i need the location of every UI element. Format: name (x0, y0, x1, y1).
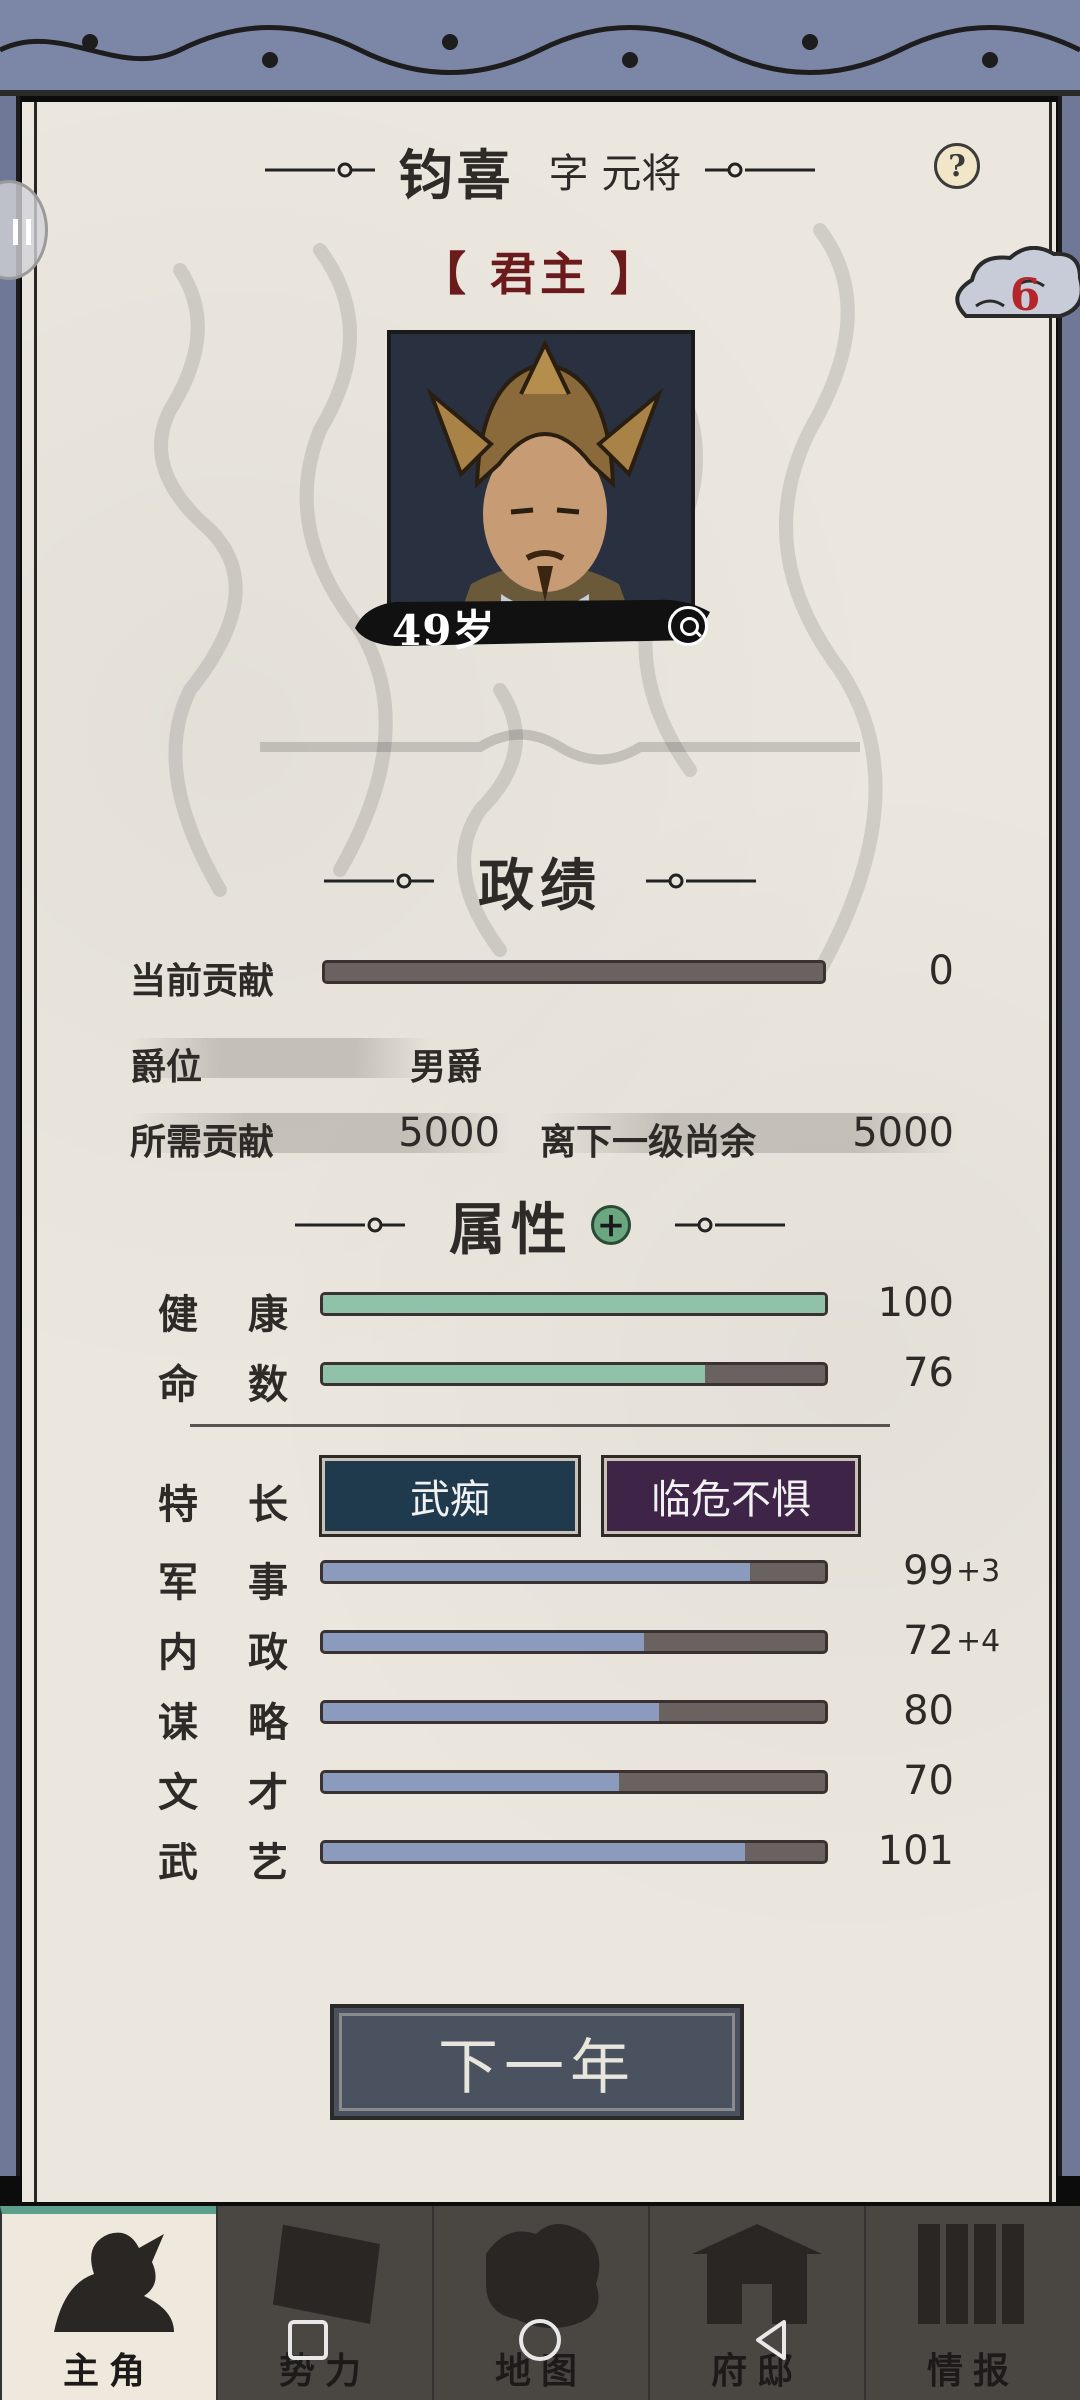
stat-bar (320, 1630, 828, 1654)
stat-label: 文才 (158, 1760, 288, 1818)
title-ornament-left (264, 162, 375, 178)
stat-label-char-2: 略 (248, 1700, 288, 1746)
stat-fill (323, 1563, 750, 1581)
vine-ornament (0, 25, 1080, 75)
attributes-title: 属性 (449, 1196, 573, 1263)
fate-value: 76 (903, 1350, 954, 1396)
stat-bar (320, 1700, 828, 1724)
left-decor-band (0, 96, 20, 2176)
stat-fill (323, 1633, 645, 1651)
stat-bar (320, 1560, 828, 1584)
stat-value: 101 (877, 1828, 954, 1874)
stat-fill (323, 1843, 745, 1861)
top-decor-band (0, 0, 1080, 96)
health-label: 健康 (158, 1282, 288, 1340)
courtesy-name: 字 元将 (548, 151, 682, 197)
stat-label-char-1: 武 (158, 1840, 198, 1886)
system-back-icon[interactable] (748, 2316, 796, 2364)
stat-value: 80 (903, 1688, 954, 1734)
current-contribution-label: 当前贡献 (130, 961, 275, 1002)
stat-label: 谋略 (158, 1690, 288, 1748)
hero-icon (54, 2232, 174, 2332)
magnifier-icon[interactable] (668, 606, 708, 646)
stat-label: 内政 (158, 1620, 288, 1678)
nav-tab-2[interactable]: 地图 (432, 2206, 648, 2400)
current-contribution-bar (322, 960, 826, 984)
health-value: 100 (877, 1280, 954, 1326)
nav-tab-1[interactable]: 势力 (216, 2206, 432, 2400)
attributes-divider (190, 1424, 890, 1427)
stat-label-char-1: 军 (158, 1560, 198, 1606)
required-contribution-value: 5000 (398, 1110, 500, 1156)
character-title-row: 钧喜 字 元将 (0, 130, 1080, 210)
stat-label: 军事 (158, 1550, 288, 1608)
rank-label: 【 君主 】 (419, 247, 661, 301)
character-name: 钧喜 (398, 142, 515, 207)
remaining-contribution-value: 5000 (852, 1110, 954, 1156)
specialty-label-char-1: 特 (158, 1482, 198, 1528)
stat-label-char-2: 才 (248, 1770, 288, 1816)
nav-tab-4[interactable]: 情报 (864, 2206, 1080, 2400)
fate-label: 命数 (158, 1352, 288, 1410)
required-contribution-label: 所需贡献 (130, 1122, 275, 1163)
health-label-char-1: 健 (158, 1292, 198, 1338)
stat-value: 70 (903, 1758, 954, 1804)
stat-bonus: +4 (956, 1624, 1001, 1659)
stat-label-char-1: 内 (158, 1630, 198, 1676)
portrait-image (391, 334, 691, 632)
character-portrait[interactable] (387, 330, 695, 636)
health-fill (323, 1295, 825, 1313)
specialty-label: 特长 (158, 1472, 288, 1530)
age-label: 49岁 (392, 606, 496, 655)
section-ornament-right (675, 1217, 785, 1233)
stat-label: 武艺 (158, 1830, 288, 1888)
health-label-char-2: 康 (248, 1292, 288, 1338)
merit-section-header: 政绩 (0, 846, 1080, 919)
section-ornament-left (324, 873, 434, 889)
stat-bar (320, 1770, 828, 1794)
current-contribution-value: 0 (928, 948, 954, 994)
section-ornament-left (295, 1217, 405, 1233)
fate-label-char-2: 数 (248, 1362, 288, 1408)
right-decor-band (1058, 96, 1080, 2176)
intel-icon (918, 2224, 1024, 2324)
nav-tab-label: 主角 (62, 2350, 155, 2392)
nav-tab-3[interactable]: 府邸 (648, 2206, 864, 2400)
trait-tag-2[interactable]: 临危不惧 (601, 1455, 861, 1537)
stat-label-char-2: 事 (248, 1560, 288, 1606)
trait-tag-1[interactable]: 武痴 (319, 1455, 581, 1537)
title-rank-value: 男爵 (410, 1047, 483, 1088)
stat-value: 99 (903, 1548, 954, 1594)
system-recents-icon[interactable] (284, 2316, 332, 2364)
stat-bonus: +3 (956, 1554, 1001, 1589)
fate-label-char-1: 命 (158, 1362, 198, 1408)
nav-tab-label: 情报 (926, 2350, 1019, 2392)
merit-title: 政绩 (478, 852, 602, 919)
health-bar (320, 1292, 828, 1316)
help-button[interactable]: ? (934, 143, 980, 189)
stat-label-char-2: 艺 (248, 1840, 288, 1886)
add-attribute-icon[interactable]: + (591, 1205, 631, 1245)
stat-label-char-1: 谋 (158, 1700, 198, 1746)
stat-bar (320, 1840, 828, 1864)
section-ornament-right (646, 873, 756, 889)
remaining-contribution-label: 离下一级尚余 (540, 1122, 757, 1163)
fate-bar (320, 1362, 828, 1386)
stat-label-char-2: 政 (248, 1630, 288, 1676)
nav-tab-0[interactable]: 主角 (0, 2206, 216, 2400)
fate-fill (323, 1365, 705, 1383)
specialty-label-char-2: 长 (248, 1482, 288, 1528)
next-year-button[interactable]: 下一年 (330, 2004, 744, 2120)
stat-label-char-1: 文 (158, 1770, 198, 1816)
title-rank-label: 爵位 (130, 1047, 203, 1088)
stat-fill (323, 1703, 660, 1721)
bottom-navigation: 主角 势力 地图 府邸情报 (0, 2206, 1080, 2400)
stat-fill (323, 1773, 620, 1791)
stat-value: 72 (903, 1618, 954, 1664)
title-ornament-right (705, 162, 816, 178)
attributes-section-header: 属性 + (0, 1190, 1080, 1263)
system-home-icon[interactable] (516, 2316, 564, 2364)
faint-cloud-ornament (260, 729, 860, 765)
